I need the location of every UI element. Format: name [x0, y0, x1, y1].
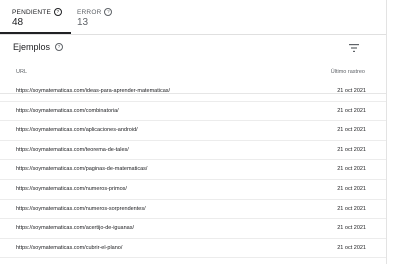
row-url[interactable]: https://soymatematicas.com/teorema-de-ta… [16, 147, 129, 153]
row-date: 21 oct 2021 [337, 107, 366, 114]
tab-error-count: 13 [77, 17, 89, 28]
section-title: Ejemplos [13, 42, 51, 52]
row-date: 21 oct 2021 [337, 225, 366, 232]
section-title-row: Ejemplos ? [13, 42, 64, 52]
tab-pendiente[interactable]: PENDIENTE ? 48 [0, 0, 71, 34]
row-date: 21 oct 2021 [337, 185, 366, 192]
row-url[interactable]: https://soymatematicas.com/aplicaciones-… [16, 127, 138, 133]
row-date: 21 oct 2021 [337, 146, 366, 153]
tab-pendiente-label: PENDIENTE [12, 8, 52, 16]
table-row[interactable]: https://soymatematicas.com/cubrir-el-pla… [0, 239, 386, 259]
row-url[interactable]: https://soymatematicas.com/combinatoria/ [16, 108, 119, 114]
section-header: Ejemplos ? [0, 35, 386, 63]
row-date: 21 oct 2021 [337, 166, 366, 173]
table-row[interactable]: https://soymatematicas.com/paginas-de-ma… [0, 160, 386, 180]
row-url[interactable]: https://soymatematicas.com/acertijo-de-i… [16, 225, 134, 231]
tab-error-label: ERROR [77, 8, 102, 16]
examples-panel: PENDIENTE ? 48 ERROR ? 13 Ejemplos ? URL… [0, 0, 387, 264]
tab-error-label-row: ERROR ? [77, 8, 137, 16]
row-url[interactable]: https://soymatematicas.com/numeros-sorpr… [16, 206, 146, 212]
column-date-header[interactable]: Último rastreo [331, 69, 365, 75]
row-url[interactable]: https://soymatematicas.com/paginas-de-ma… [16, 166, 147, 172]
row-url[interactable]: https://soymatematicas.com/ideas-para-ap… [16, 88, 170, 94]
column-url-header[interactable]: URL [16, 69, 27, 75]
table-row[interactable]: https://soymatematicas.com/ideas-para-ap… [0, 82, 386, 102]
table-row[interactable]: https://soymatematicas.com/aplicaciones-… [0, 121, 386, 141]
table-row[interactable]: https://soymatematicas.com/combinatoria/… [0, 102, 386, 122]
table-row[interactable]: https://soymatematicas.com/numeros-sorpr… [0, 200, 386, 220]
row-date: 21 oct 2021 [337, 205, 366, 212]
help-circle-icon[interactable]: ? [104, 8, 113, 16]
help-circle-icon[interactable]: ? [54, 8, 63, 16]
row-date: 21 oct 2021 [337, 88, 366, 94]
row-date: 21 oct 2021 [337, 127, 366, 134]
row-url[interactable]: https://soymatematicas.com/numeros-primo… [16, 186, 127, 192]
table-body: https://soymatematicas.com/ideas-para-ap… [0, 82, 386, 259]
tab-pendiente-label-row: PENDIENTE ? [12, 8, 71, 16]
row-date: 21 oct 2021 [337, 244, 366, 251]
tab-pendiente-count: 48 [12, 17, 24, 28]
table-row[interactable]: https://soymatematicas.com/teorema-de-ta… [0, 141, 386, 161]
table-row[interactable]: https://soymatematicas.com/acertijo-de-i… [0, 219, 386, 239]
row-url[interactable]: https://soymatematicas.com/cubrir-el-pla… [16, 245, 122, 251]
status-tabs: PENDIENTE ? 48 ERROR ? 13 [0, 0, 386, 35]
table-row[interactable]: https://soymatematicas.com/numeros-primo… [0, 180, 386, 200]
tab-error[interactable]: ERROR ? 13 [77, 0, 137, 34]
filter-icon[interactable] [349, 44, 359, 52]
help-circle-icon[interactable]: ? [55, 43, 64, 51]
